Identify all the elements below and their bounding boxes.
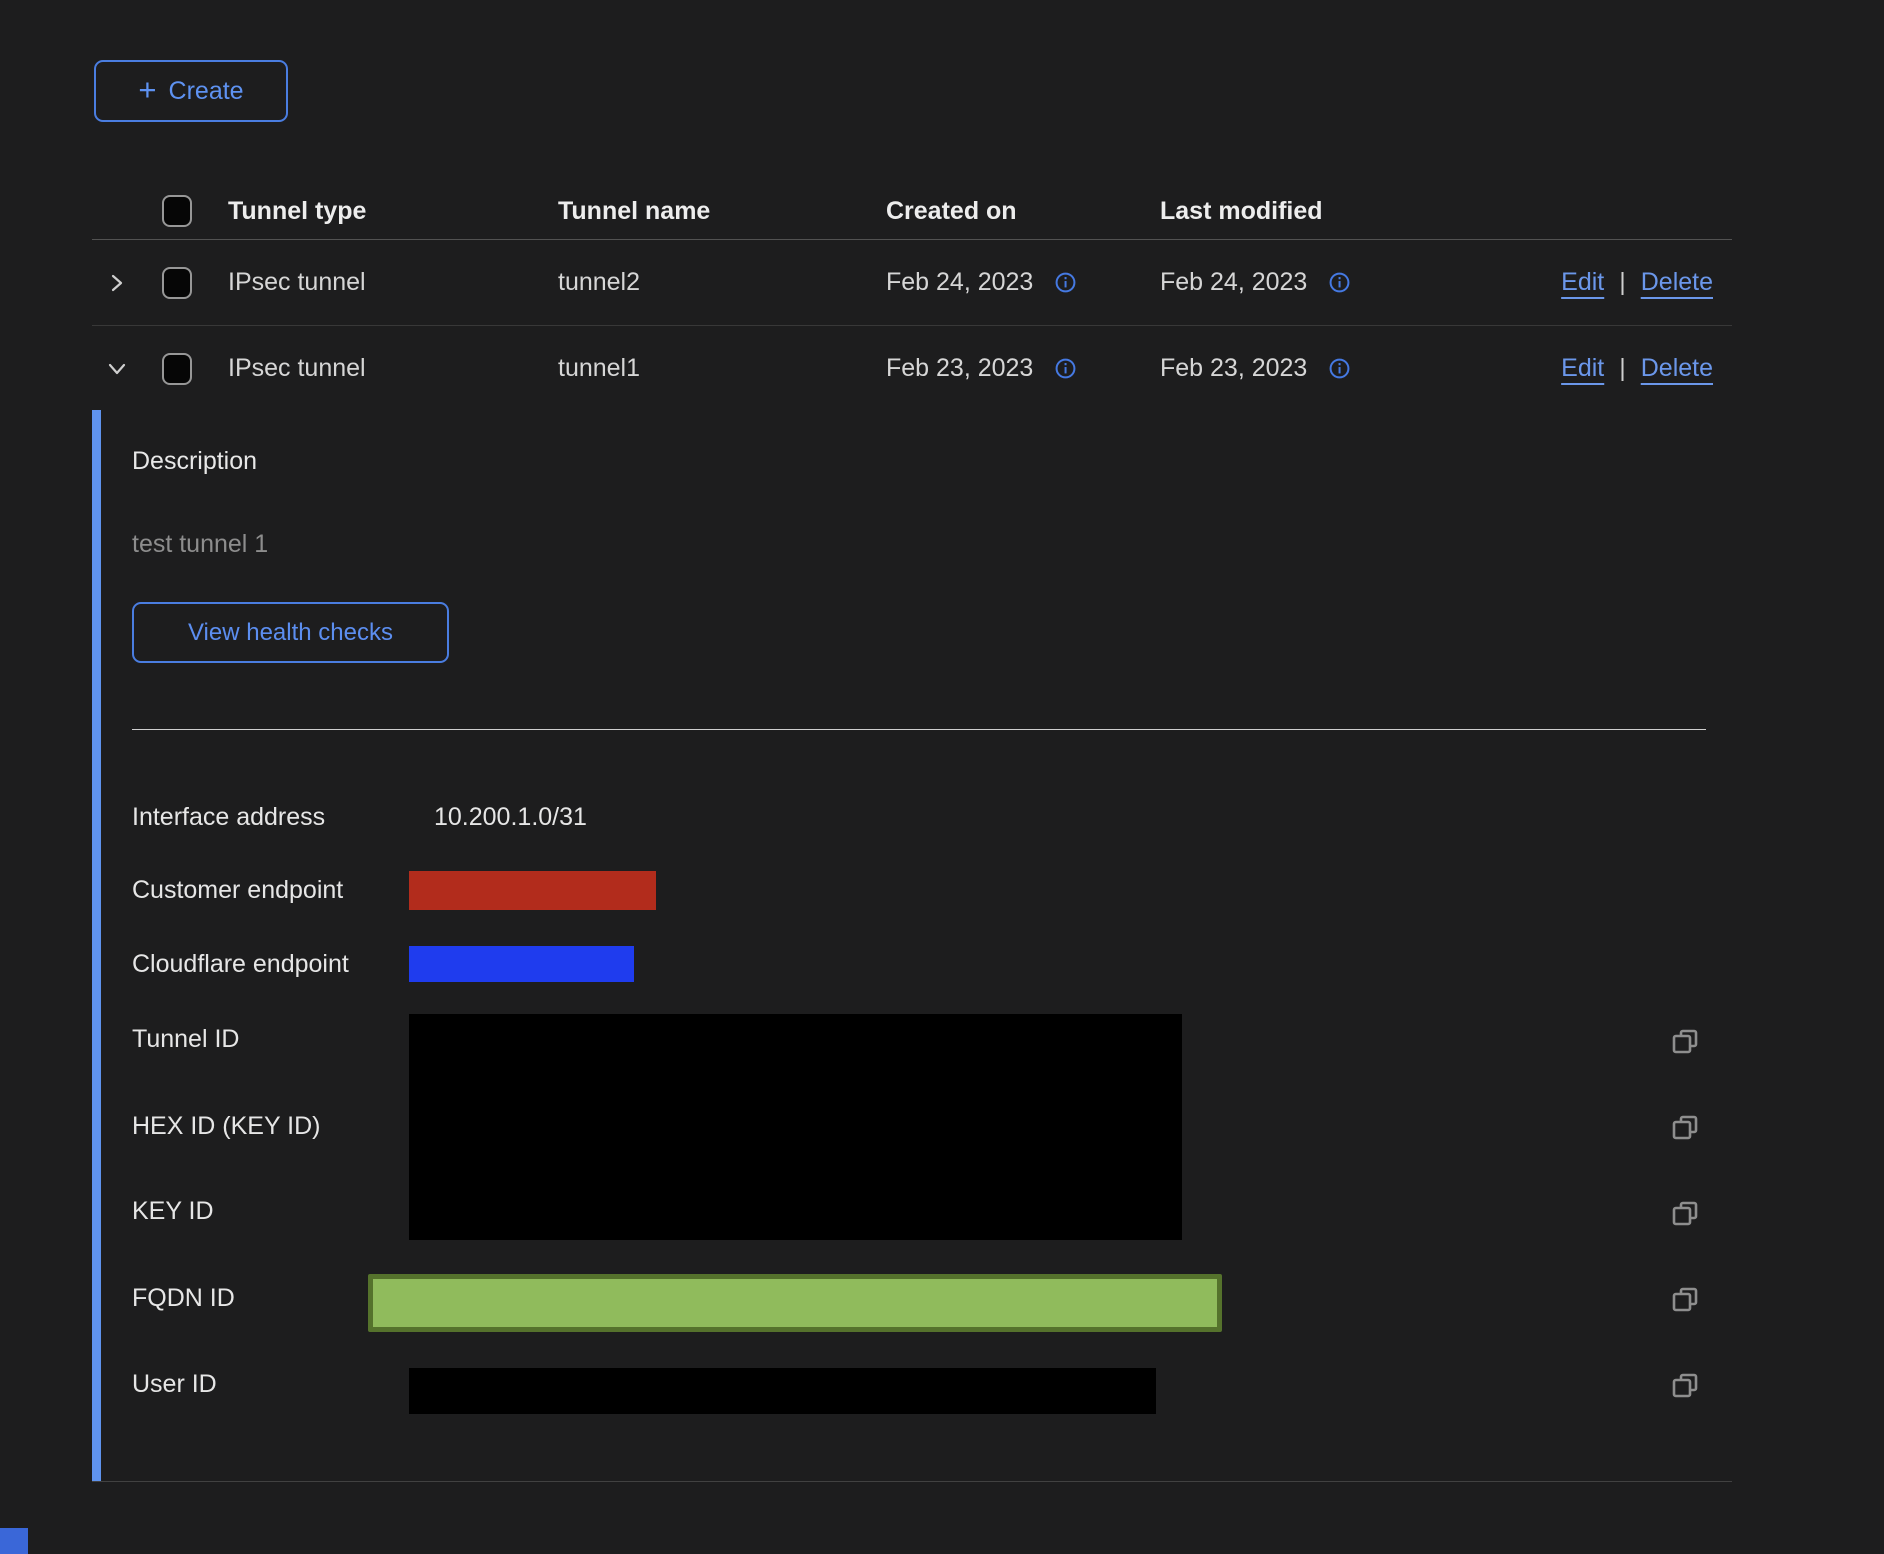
- delete-link[interactable]: Delete: [1641, 354, 1713, 383]
- ipsec-tunnels-page: + Create Tunnel type Tunnel name Created…: [0, 0, 1884, 1554]
- copy-icon[interactable]: [1668, 1198, 1702, 1232]
- column-header-created-on: Created on: [886, 197, 1160, 226]
- delete-link[interactable]: Delete: [1641, 268, 1713, 297]
- last-modified-value: Feb 24, 2023: [1160, 268, 1307, 297]
- fqdn-id-label: FQDN ID: [132, 1284, 235, 1313]
- cloudflare-endpoint-label: Cloudflare endpoint: [132, 950, 349, 979]
- table-row: IPsec tunnel tunnel2 Feb 24, 2023 Feb 24…: [92, 240, 1732, 326]
- row-checkbox[interactable]: [162, 267, 192, 299]
- created-on-value: Feb 23, 2023: [886, 354, 1033, 383]
- info-icon[interactable]: [1055, 272, 1076, 293]
- view-health-checks-button[interactable]: View health checks: [132, 602, 449, 663]
- customer-endpoint-label: Customer endpoint: [132, 876, 343, 905]
- copy-icon[interactable]: [1668, 1112, 1702, 1146]
- info-icon[interactable]: [1329, 272, 1350, 293]
- tunnel-id-label: Tunnel ID: [132, 1025, 239, 1054]
- create-button[interactable]: + Create: [94, 60, 288, 122]
- tunnels-table: Tunnel type Tunnel name Created on Last …: [92, 183, 1732, 1482]
- key-id-label: KEY ID: [132, 1197, 214, 1226]
- interface-address-value: 10.200.1.0/31: [434, 803, 587, 832]
- info-icon[interactable]: [1329, 358, 1350, 379]
- details-divider: [132, 729, 1706, 730]
- edit-link[interactable]: Edit: [1561, 354, 1604, 383]
- last-modified-value: Feb 23, 2023: [1160, 354, 1307, 383]
- chevron-down-icon[interactable]: [106, 358, 128, 380]
- cloudflare-endpoint-redaction: [409, 946, 634, 982]
- tunnel-type-value: IPsec tunnel: [228, 354, 558, 383]
- actions-separator: |: [1619, 354, 1626, 383]
- tunnel-name-value: tunnel2: [558, 268, 886, 297]
- select-all-checkbox[interactable]: [162, 195, 192, 227]
- plus-icon: +: [138, 74, 156, 105]
- customer-endpoint-redaction: [409, 871, 656, 910]
- hex-id-label: HEX ID (KEY ID): [132, 1112, 320, 1141]
- copy-icon[interactable]: [1668, 1284, 1702, 1318]
- create-button-label: Create: [169, 77, 244, 106]
- table-header-row: Tunnel type Tunnel name Created on Last …: [92, 183, 1732, 240]
- column-header-tunnel-type: Tunnel type: [228, 197, 558, 226]
- column-header-tunnel-name: Tunnel name: [558, 197, 886, 226]
- description-value: test tunnel 1: [132, 530, 268, 559]
- expanded-row-indicator-bar: [92, 410, 101, 1481]
- corner-accent-strip: [0, 1528, 28, 1554]
- tunnel-type-value: IPsec tunnel: [228, 268, 558, 297]
- tunnel-id-redaction: [409, 1014, 1182, 1240]
- actions-separator: |: [1619, 268, 1626, 297]
- user-id-redaction: [409, 1368, 1156, 1414]
- copy-icon[interactable]: [1668, 1026, 1702, 1060]
- info-icon[interactable]: [1055, 358, 1076, 379]
- edit-link[interactable]: Edit: [1561, 268, 1604, 297]
- interface-address-label: Interface address: [132, 803, 325, 832]
- copy-icon[interactable]: [1668, 1370, 1702, 1404]
- table-row: IPsec tunnel tunnel1 Feb 23, 2023 Feb 23…: [92, 326, 1732, 411]
- chevron-right-icon[interactable]: [106, 272, 128, 294]
- column-header-last-modified: Last modified: [1160, 197, 1470, 226]
- row-checkbox[interactable]: [162, 353, 192, 385]
- description-label: Description: [132, 447, 257, 476]
- fqdn-id-redaction: [368, 1274, 1222, 1332]
- tunnel-details-panel: Description test tunnel 1 View health ch…: [92, 411, 1732, 1482]
- created-on-value: Feb 24, 2023: [886, 268, 1033, 297]
- tunnel-name-value: tunnel1: [558, 354, 886, 383]
- user-id-label: User ID: [132, 1370, 217, 1399]
